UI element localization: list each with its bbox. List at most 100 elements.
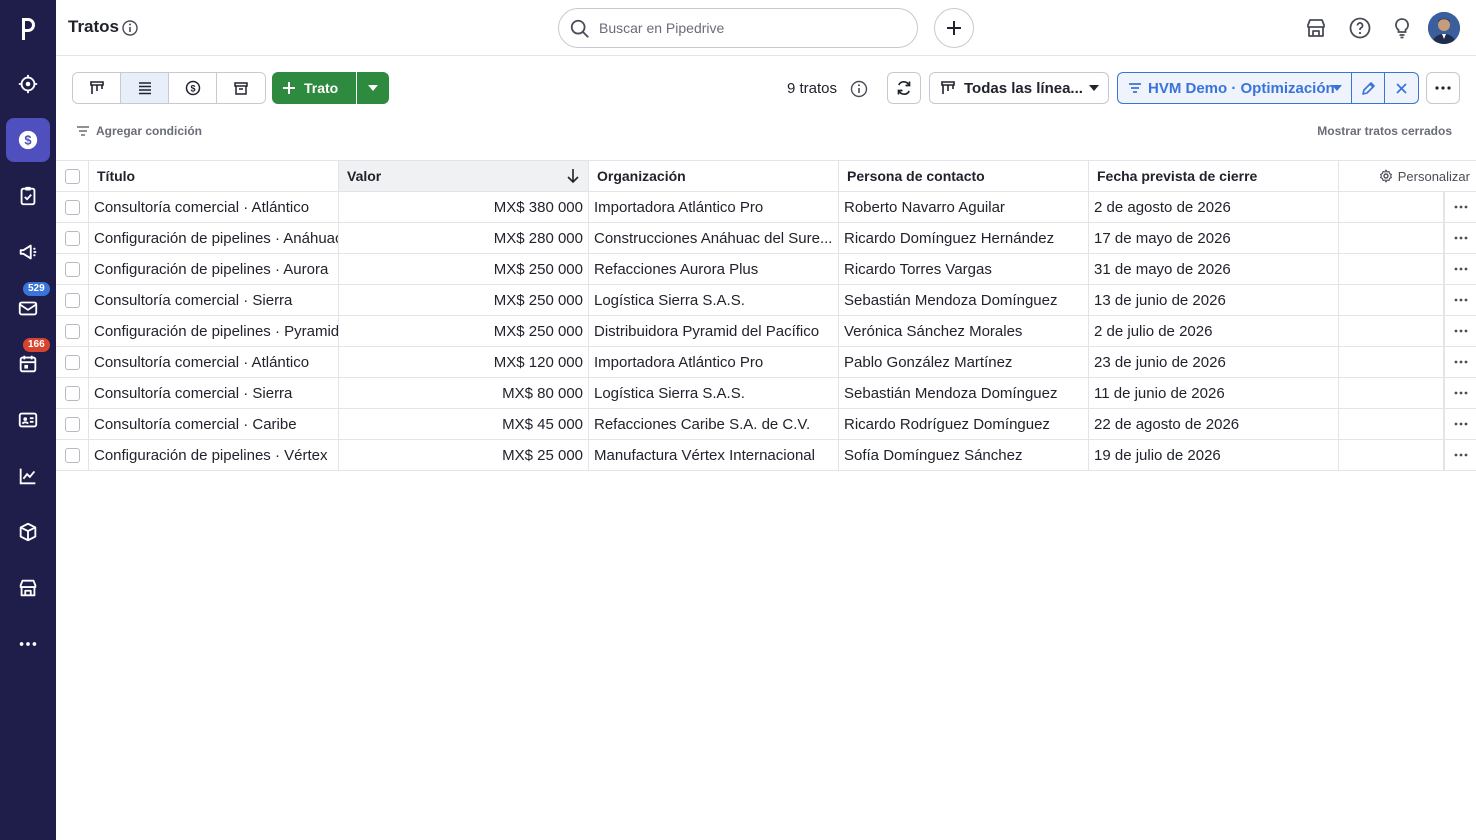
- pipeline-view-button[interactable]: [73, 73, 121, 103]
- more-options-button[interactable]: [1426, 72, 1460, 104]
- deal-title-cell[interactable]: Consultoría comercial · Sierra: [89, 378, 339, 408]
- deal-title-cell[interactable]: Consultoría comercial · Atlántico: [89, 347, 339, 377]
- deal-value-cell[interactable]: MX$ 25 000: [339, 440, 589, 470]
- customize-columns-button[interactable]: Personalizar: [1379, 161, 1470, 191]
- contact-person-cell[interactable]: Ricardo Rodríguez Domínguez: [839, 409, 1089, 439]
- marketplace-nav-item[interactable]: [6, 566, 50, 610]
- insights-nav-item[interactable]: [6, 454, 50, 498]
- search-bar[interactable]: [558, 8, 918, 48]
- row-checkbox[interactable]: [64, 292, 80, 308]
- organization-name[interactable]: Logística Sierra S.A.S.: [594, 292, 745, 309]
- clear-filter-button[interactable]: [1385, 73, 1418, 103]
- organization-name[interactable]: Refacciones Caribe S.A. de C.V.: [594, 416, 810, 433]
- contact-person-name[interactable]: Sebastián Mendoza Domínguez: [844, 292, 1057, 309]
- organization-cell[interactable]: Importadora Atlántico Pro: [589, 347, 839, 377]
- quick-add-button[interactable]: [934, 8, 974, 48]
- contact-person-name[interactable]: Sebastián Mendoza Domínguez: [844, 385, 1057, 402]
- expected-close-date-cell[interactable]: 23 de junio de 2026: [1089, 347, 1339, 377]
- expected-close-date-cell[interactable]: 13 de junio de 2026: [1089, 285, 1339, 315]
- organization-name[interactable]: Refacciones Aurora Plus: [594, 261, 758, 278]
- projects-nav-item[interactable]: [6, 174, 50, 218]
- deal-title-cell[interactable]: Configuración de pipelines · Aurora: [89, 254, 339, 284]
- organization-cell[interactable]: Distribuidora Pyramid del Pacífico: [589, 316, 839, 346]
- table-row[interactable]: Consultoría comercial · Caribe MX$ 45 000…: [56, 409, 1476, 440]
- deal-title-cell[interactable]: Configuración de pipelines · Anáhuac: [89, 223, 339, 253]
- deal-title[interactable]: Consultoría comercial · Caribe: [94, 416, 297, 433]
- column-header-contact-person[interactable]: Persona de contacto: [839, 161, 1089, 191]
- column-header-value[interactable]: Valor: [339, 161, 589, 191]
- contact-person-name[interactable]: Ricardo Torres Vargas: [844, 261, 992, 278]
- pipedrive-logo[interactable]: [0, 0, 56, 56]
- contact-person-name[interactable]: Roberto Navarro Aguilar: [844, 199, 1005, 216]
- add-condition-button[interactable]: Agregar condición: [76, 124, 202, 138]
- organization-cell[interactable]: Importadora Atlántico Pro: [589, 192, 839, 222]
- lightbulb-icon[interactable]: [1390, 16, 1414, 40]
- column-header-organization[interactable]: Organización: [589, 161, 839, 191]
- forecast-view-button[interactable]: $: [169, 73, 217, 103]
- organization-cell[interactable]: Logística Sierra S.A.S.: [589, 285, 839, 315]
- expected-close-date-cell[interactable]: 2 de agosto de 2026: [1089, 192, 1339, 222]
- pipeline-selector[interactable]: Todas las línea...: [929, 72, 1109, 104]
- archive-view-button[interactable]: [217, 73, 265, 103]
- row-checkbox[interactable]: [64, 199, 80, 215]
- contact-person-cell[interactable]: Verónica Sánchez Morales: [839, 316, 1089, 346]
- deal-title-cell[interactable]: Configuración de pipelines · Pyramid: [89, 316, 339, 346]
- column-header-expected-close-date[interactable]: Fecha prevista de cierre: [1089, 161, 1339, 191]
- add-deal-dropdown-button[interactable]: [357, 72, 389, 104]
- organization-cell[interactable]: Refacciones Aurora Plus: [589, 254, 839, 284]
- row-checkbox[interactable]: [64, 323, 80, 339]
- expected-close-date-cell[interactable]: 19 de julio de 2026: [1089, 440, 1339, 470]
- marketplace-icon[interactable]: [1304, 16, 1328, 40]
- deal-title[interactable]: Consultoría comercial · Sierra: [94, 292, 292, 309]
- info-icon[interactable]: [122, 20, 138, 36]
- table-row[interactable]: Consultoría comercial · Sierra MX$ 250 00…: [56, 285, 1476, 316]
- campaigns-nav-item[interactable]: [6, 230, 50, 274]
- filter-selector[interactable]: HVM Demo · Optimización: [1118, 73, 1352, 103]
- deal-title-cell[interactable]: Consultoría comercial · Sierra: [89, 285, 339, 315]
- contact-person-name[interactable]: Ricardo Domínguez Hernández: [844, 230, 1054, 247]
- deal-title-cell[interactable]: Configuración de pipelines · Vértex: [89, 440, 339, 470]
- deal-value-cell[interactable]: MX$ 380 000: [339, 192, 589, 222]
- organization-name[interactable]: Manufactura Vértex Internacional: [594, 447, 815, 464]
- organization-name[interactable]: Logística Sierra S.A.S.: [594, 385, 745, 402]
- table-row[interactable]: Configuración de pipelines · Pyramid MX$ …: [56, 316, 1476, 347]
- deals-nav-item[interactable]: $: [6, 118, 50, 162]
- deal-title[interactable]: Configuración de pipelines · Vértex: [94, 447, 327, 464]
- row-checkbox[interactable]: [64, 230, 80, 246]
- organization-cell[interactable]: Refacciones Caribe S.A. de C.V.: [589, 409, 839, 439]
- deal-title[interactable]: Configuración de pipelines · Pyramid: [94, 323, 338, 340]
- deal-value-cell[interactable]: MX$ 80 000: [339, 378, 589, 408]
- expected-close-date-cell[interactable]: 11 de junio de 2026: [1089, 378, 1339, 408]
- more-nav-item[interactable]: [6, 622, 50, 666]
- avatar[interactable]: [1428, 12, 1460, 44]
- row-checkbox[interactable]: [64, 447, 80, 463]
- organization-cell[interactable]: Construcciones Anáhuac del Sure...: [589, 223, 839, 253]
- row-actions-button[interactable]: [1444, 440, 1476, 470]
- row-checkbox[interactable]: [64, 416, 80, 432]
- row-checkbox[interactable]: [64, 354, 80, 370]
- info-icon[interactable]: [850, 80, 868, 98]
- contact-person-name[interactable]: Verónica Sánchez Morales: [844, 323, 1022, 340]
- deal-title[interactable]: Consultoría comercial · Atlántico: [94, 199, 309, 216]
- help-icon[interactable]: [1348, 16, 1372, 40]
- contact-person-cell[interactable]: Sofía Domínguez Sánchez: [839, 440, 1089, 470]
- refresh-button[interactable]: [887, 72, 921, 104]
- row-actions-button[interactable]: [1444, 223, 1476, 253]
- expected-close-date-cell[interactable]: 2 de julio de 2026: [1089, 316, 1339, 346]
- organization-name[interactable]: Distribuidora Pyramid del Pacífico: [594, 323, 819, 340]
- row-actions-button[interactable]: [1444, 347, 1476, 377]
- deal-title[interactable]: Consultoría comercial · Atlántico: [94, 354, 309, 371]
- deal-title-cell[interactable]: Consultoría comercial · Atlántico: [89, 192, 339, 222]
- show-closed-deals-link[interactable]: Mostrar tratos cerrados: [1317, 124, 1452, 138]
- organization-name[interactable]: Importadora Atlántico Pro: [594, 199, 763, 216]
- deal-title[interactable]: Consultoría comercial · Sierra: [94, 385, 292, 402]
- deal-value-cell[interactable]: MX$ 280 000: [339, 223, 589, 253]
- row-checkbox[interactable]: [64, 261, 80, 277]
- contact-person-name[interactable]: Sofía Domínguez Sánchez: [844, 447, 1022, 464]
- contact-person-cell[interactable]: Roberto Navarro Aguilar: [839, 192, 1089, 222]
- row-actions-button[interactable]: [1444, 192, 1476, 222]
- search-input[interactable]: [599, 18, 899, 38]
- row-actions-button[interactable]: [1444, 254, 1476, 284]
- deal-value-cell[interactable]: MX$ 120 000: [339, 347, 589, 377]
- deal-title[interactable]: Configuración de pipelines · Aurora: [94, 261, 328, 278]
